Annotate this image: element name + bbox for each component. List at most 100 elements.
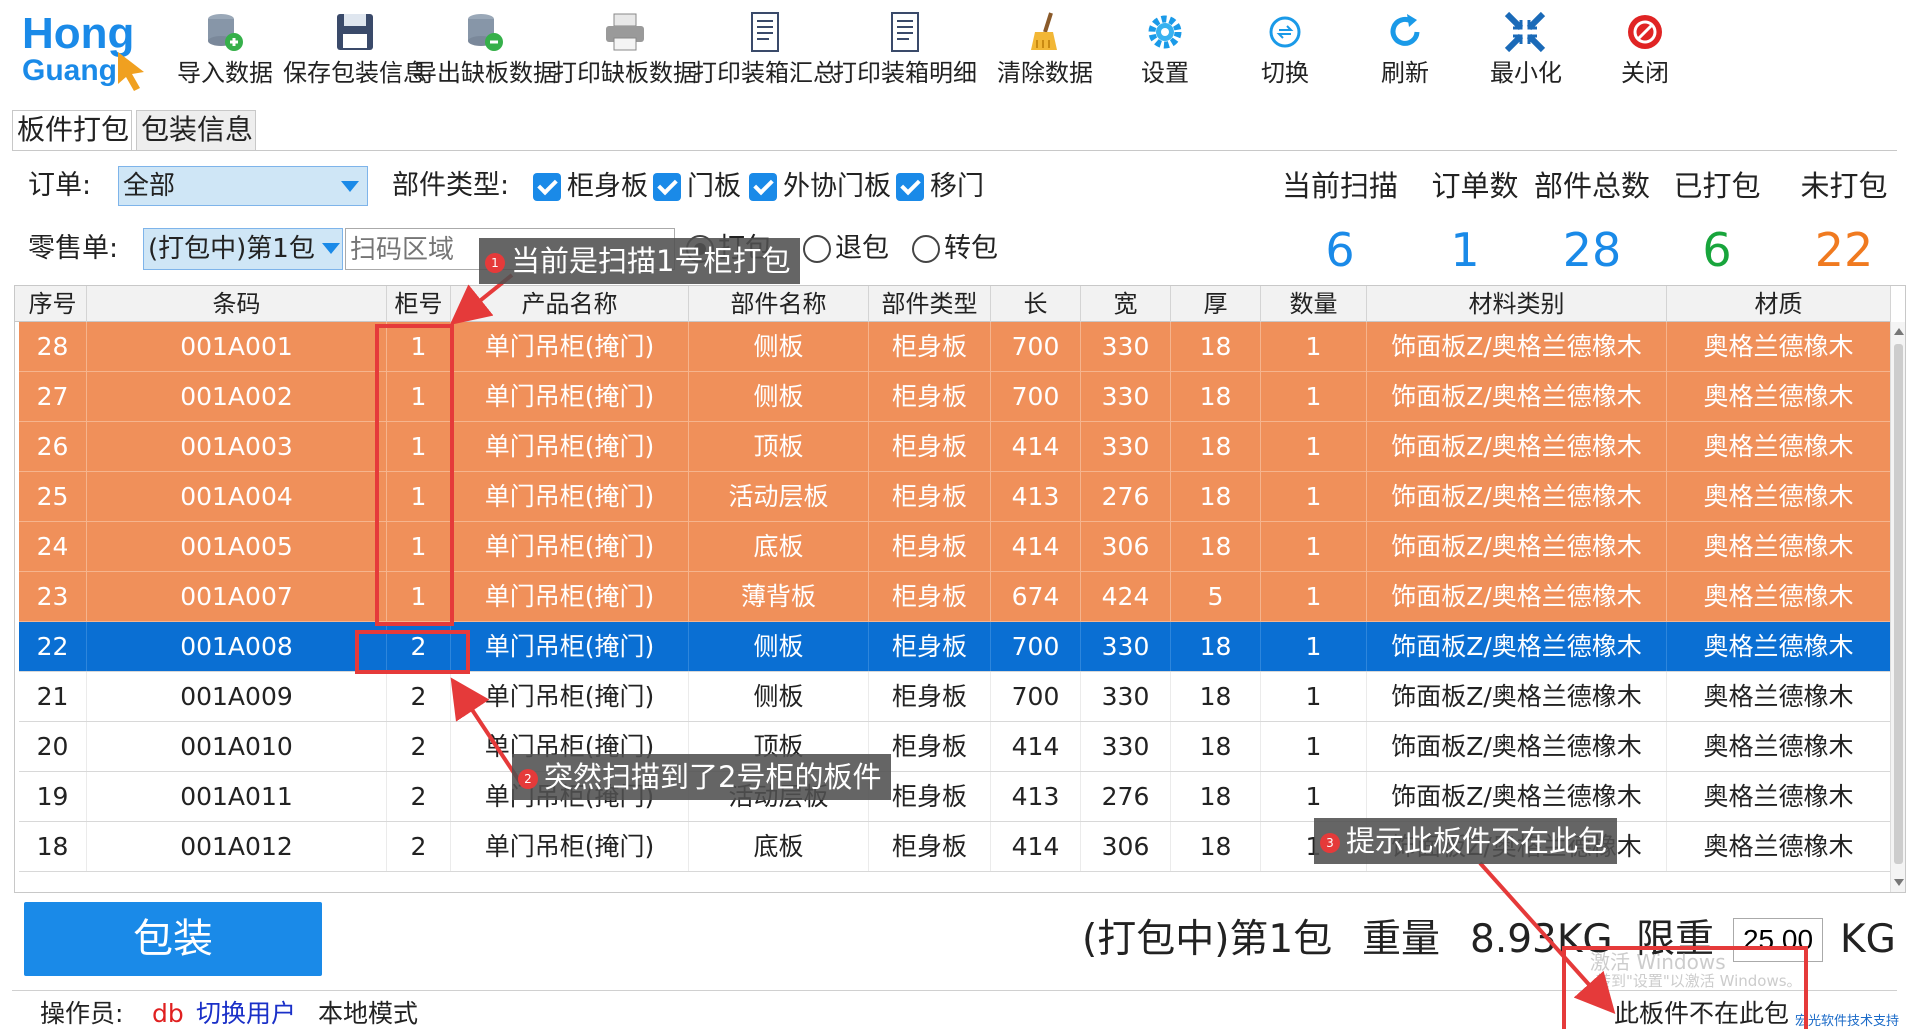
tab-package-info[interactable]: 包装信息: [136, 110, 256, 150]
cell-width: 306: [1081, 522, 1171, 571]
settings-label: 设置: [1141, 59, 1189, 87]
scroll-thumb[interactable]: [1894, 344, 1903, 864]
print-box-detail-button[interactable]: 打印装箱明细: [833, 6, 977, 92]
checkbox-cabinet-body[interactable]: 柜身板: [533, 170, 648, 204]
cell-material-category: 饰面板Z/奥格兰德橡木: [1367, 722, 1667, 771]
cell-width: 276: [1081, 472, 1171, 521]
support-text: 宏光软件技术支持: [1795, 1014, 1900, 1029]
radio-transfer[interactable]: 转包: [912, 232, 998, 266]
column-header-product-name[interactable]: 产品名称: [451, 286, 689, 322]
cell-barcode: 001A001: [87, 322, 387, 371]
table-row[interactable]: 28 001A001 1 单门吊柜(掩门) 侧板 柜身板 700 330 18 1 饰面板Z/奥格兰…: [19, 322, 1891, 372]
order-select-value: 全部: [123, 171, 176, 201]
pack-button[interactable]: 包装: [24, 902, 322, 976]
table-row[interactable]: 19001A0112单门吊柜(掩门)活动层板柜身板413276181饰面板Z/奥…: [19, 772, 1891, 822]
column-header-part-type[interactable]: 部件类型: [869, 286, 991, 322]
stat-order-count-value: 1: [1450, 223, 1480, 277]
column-header-length[interactable]: 长: [991, 286, 1081, 322]
annotation-callout-3: 3 提示此板件不在此包: [1314, 818, 1618, 864]
switch-button[interactable]: 切换: [1250, 6, 1320, 92]
annotation-number-2: 2: [518, 769, 538, 789]
cell-part-name: 侧板: [689, 672, 869, 721]
radio-return[interactable]: 退包: [803, 232, 889, 266]
cell-part-name: 活动层板: [689, 472, 869, 521]
settings-button[interactable]: 设置: [1130, 6, 1200, 92]
switch-user-link[interactable]: 切换用户: [196, 998, 296, 1029]
cell-product-name: 单门吊柜(掩门): [451, 322, 689, 371]
refresh-label: 刷新: [1381, 59, 1429, 87]
clear-data-button[interactable]: 清除数据: [997, 6, 1093, 92]
cell-length: 700: [991, 322, 1081, 371]
clear-data-label: 清除数据: [997, 59, 1093, 87]
stat-packed-label: 已打包: [1673, 169, 1761, 203]
column-header-width[interactable]: 宽: [1081, 286, 1171, 322]
save-package-info-button[interactable]: 保存包装信息: [283, 6, 427, 92]
cell-width: 306: [1081, 822, 1171, 871]
checkbox-outsourced-door[interactable]: 外协门板: [749, 170, 891, 204]
stat-current-scan-label: 当前扫描: [1281, 169, 1398, 203]
close-button[interactable]: 关闭: [1610, 6, 1680, 92]
table-row[interactable]: 21 001A009 2 单门吊柜(掩门) 侧板 柜身板 700 330 18 1 饰面板Z/奥格兰…: [19, 672, 1891, 722]
table-row[interactable]: 27 001A002 1 单门吊柜(掩门) 侧板 柜身板 700 330 18 1 饰面板Z/奥格兰…: [19, 372, 1891, 422]
vertical-scrollbar[interactable]: [1890, 322, 1905, 892]
scroll-up-icon[interactable]: [1894, 328, 1904, 335]
cell-seq: 28: [19, 322, 87, 371]
cell-material: 奥格兰德橡木: [1667, 672, 1891, 721]
refresh-icon: [1390, 14, 1420, 46]
table-row[interactable]: 20 001A010 2 单门吊柜(掩门) 顶板 柜身板 414 330 18 1 饰面板Z/奥格兰…: [19, 722, 1891, 772]
cell-length: 700: [991, 672, 1081, 721]
table-row[interactable]: 26 001A003 1 单门吊柜(掩门) 顶板 柜身板 414 330 18 1 饰面板Z/奥格兰…: [19, 422, 1891, 472]
scroll-down-icon[interactable]: [1894, 879, 1904, 886]
column-header-part-name[interactable]: 部件名称: [689, 286, 869, 322]
checkbox-checked-icon: [896, 173, 924, 201]
table-row[interactable]: 25 001A004 1 单门吊柜(掩门) 活动层板 柜身板 413 276 18 1 饰面板Z/奥…: [19, 472, 1891, 522]
refresh-button[interactable]: 刷新: [1370, 6, 1440, 92]
cell-thickness: 18: [1171, 322, 1261, 371]
cell-quantity: 1: [1261, 572, 1367, 621]
cell-thickness: 18: [1171, 772, 1261, 821]
column-header-material[interactable]: 材质: [1667, 286, 1891, 322]
print-box-summary-button[interactable]: 打印装箱汇总: [693, 6, 837, 92]
part-type-label: 部件类型:: [392, 170, 510, 201]
column-header-material-category[interactable]: 材料类别: [1367, 286, 1667, 322]
cell-barcode: 001A010: [87, 722, 387, 771]
column-header-thickness[interactable]: 厚: [1171, 286, 1261, 322]
table-row[interactable]: 22 001A008 2 单门吊柜(掩门) 侧板 柜身板 700 330 18 1 饰面板Z/奥格兰…: [19, 622, 1891, 672]
column-header-quantity[interactable]: 数量: [1261, 286, 1367, 322]
checkbox-sliding-door[interactable]: 移门: [896, 170, 984, 204]
cell-part-type: 柜身板: [869, 472, 991, 521]
checkbox-door-panel[interactable]: 门板: [653, 170, 741, 204]
cell-product-name: 单门吊柜(掩门): [451, 522, 689, 571]
stat-unpacked-value: 22: [1814, 223, 1874, 277]
cell-barcode: 001A011: [87, 772, 387, 821]
minimize-button[interactable]: 最小化: [1490, 6, 1562, 92]
column-header-barcode[interactable]: 条码: [87, 286, 387, 322]
cell-material: 奥格兰德橡木: [1667, 822, 1891, 871]
table-row[interactable]: 23 001A007 1 单门吊柜(掩门) 薄背板 柜身板 674 424 5 1 饰面板Z/奥格兰…: [19, 572, 1891, 622]
print-missing-button[interactable]: 打印缺板数据: [553, 6, 697, 92]
gear-icon: [1148, 15, 1182, 49]
checkbox-checked-icon: [749, 173, 777, 201]
import-data-button[interactable]: 导入数据: [177, 6, 273, 92]
table-row[interactable]: 24 001A005 1 单门吊柜(掩门) 底板 柜身板 414 306 18 1 饰面板Z/奥格兰…: [19, 522, 1891, 572]
database-export-icon: [468, 14, 503, 51]
tab-board-packing[interactable]: 板件打包: [12, 110, 132, 150]
cell-length: 700: [991, 622, 1081, 671]
document-icon: [751, 12, 779, 52]
retail-order-select[interactable]: (打包中)第1包: [143, 228, 343, 270]
cell-barcode: 001A004: [87, 472, 387, 521]
column-header-cabinet-no[interactable]: 柜号: [387, 286, 451, 322]
tab-divider: [12, 150, 1897, 151]
export-missing-button[interactable]: 导出缺板数据: [413, 6, 557, 92]
cell-barcode: 001A007: [87, 572, 387, 621]
cell-quantity: 1: [1261, 372, 1367, 421]
column-header-seq[interactable]: 序号: [19, 286, 87, 322]
checkbox-door-panel-label: 门板: [687, 171, 741, 202]
switch-label: 切换: [1261, 59, 1309, 87]
cell-material-category: 饰面板Z/奥格兰德橡木: [1367, 472, 1667, 521]
order-select[interactable]: 全部: [118, 166, 368, 206]
cell-thickness: 18: [1171, 472, 1261, 521]
cell-product-name: 单门吊柜(掩门): [451, 622, 689, 671]
cell-length: 674: [991, 572, 1081, 621]
chevron-down-icon: [322, 243, 340, 254]
